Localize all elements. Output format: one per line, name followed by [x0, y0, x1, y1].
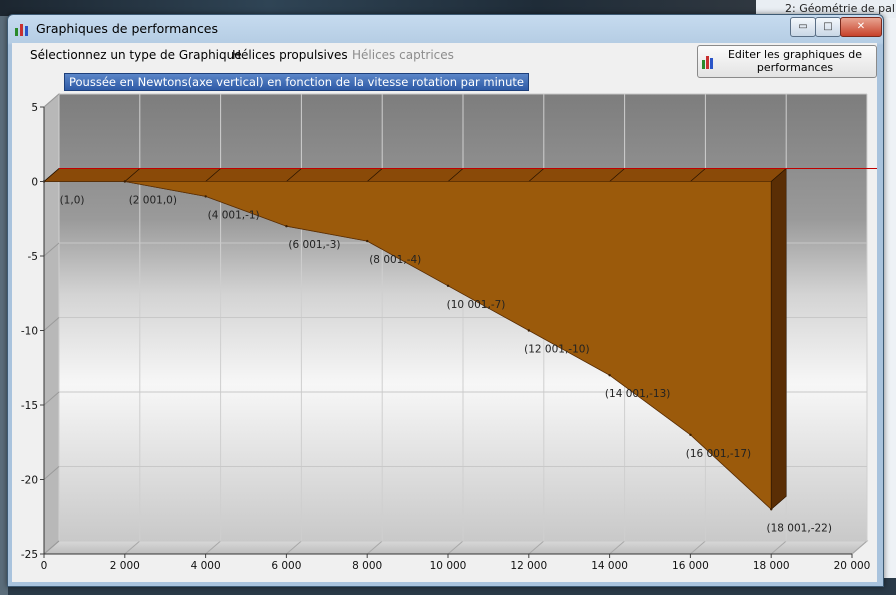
chart-title: Poussée en Newtons(axe vertical) en fonc…	[64, 73, 529, 91]
series-point	[204, 195, 207, 198]
x-tick-label: 14 000	[591, 560, 628, 572]
series-point	[689, 433, 692, 436]
data-point-label: (10 001,-7)	[447, 299, 506, 311]
data-point-label: (4 001,-1)	[208, 209, 260, 221]
series-point	[285, 225, 288, 228]
maximize-button[interactable]: □	[815, 17, 841, 37]
y-tick-label: -25	[21, 549, 38, 561]
y-tick-label: 5	[31, 102, 38, 114]
data-point-label: (1,0)	[60, 195, 85, 207]
data-point-label: (8 001,-4)	[369, 254, 421, 266]
series-point	[527, 329, 531, 332]
y-tick-label: 0	[31, 177, 38, 189]
area-zero-ribbon	[43, 168, 788, 182]
performance-chart: (1,0) (2 001,0) (4 001,-1) (6 001,-3) (8 001…	[21, 92, 877, 572]
y-tick-label: -20	[21, 475, 38, 487]
x-tick-label: 20 000	[834, 560, 871, 572]
window-client-area: Sélectionnez un type de Graphique Hélice…	[12, 43, 877, 582]
series-point	[608, 374, 611, 377]
series-point	[366, 239, 369, 243]
x-tick-label: 8 000	[352, 560, 382, 572]
x-tick-label: 18 000	[753, 560, 790, 572]
data-point-label: (14 001,-13)	[605, 388, 670, 400]
y-tick-label: -15	[21, 400, 38, 412]
data-point-label: (6 001,-3)	[288, 239, 340, 251]
x-tick-label: 2 000	[110, 560, 140, 572]
series-point	[770, 508, 773, 511]
window-title: Graphiques de performances	[36, 21, 219, 36]
x-tick-label: 0	[41, 560, 48, 572]
x-tick-label: 16 000	[672, 560, 709, 572]
area-end-cap	[770, 167, 787, 510]
x-tick-label: 12 000	[510, 560, 547, 572]
series-point	[446, 284, 450, 287]
x-tick-label: 4 000	[191, 560, 221, 572]
data-point-label: (18 001,-22)	[767, 522, 832, 534]
y-tick-label: -5	[28, 251, 38, 263]
minimize-button[interactable]: ▭	[790, 17, 816, 37]
y-tick-label: -10	[21, 326, 38, 338]
performance-window: Graphiques de performances ▭ □ ✕ Sélecti…	[7, 14, 884, 587]
x-tick-label: 6 000	[271, 560, 301, 572]
title-bar[interactable]: Graphiques de performances ▭ □ ✕	[8, 15, 883, 43]
x-tick-label: 10 000	[430, 560, 467, 572]
data-point-label: (12 001,-10)	[524, 344, 589, 356]
background-panel-edge	[882, 18, 896, 578]
chart-app-icon	[15, 24, 28, 36]
data-point-label: (16 001,-17)	[686, 448, 751, 460]
close-button[interactable]: ✕	[840, 17, 882, 37]
data-point-label: (2 001,0)	[129, 195, 177, 207]
series-point	[123, 180, 127, 183]
